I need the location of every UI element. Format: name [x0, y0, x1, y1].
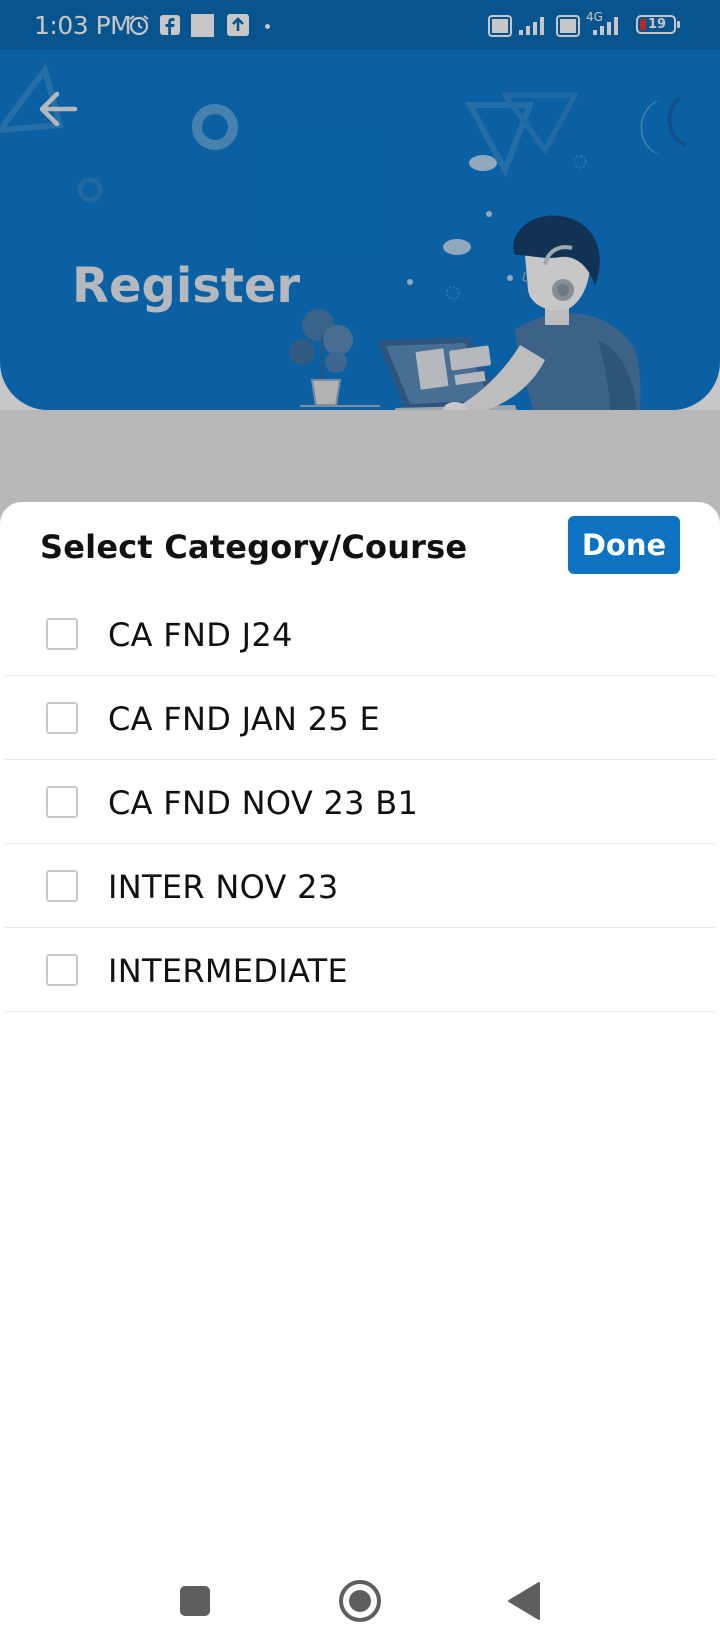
list-item[interactable]: CA FND J24 [5, 592, 715, 676]
checkbox[interactable] [46, 702, 78, 734]
checkbox[interactable] [46, 618, 78, 650]
checkbox[interactable] [46, 954, 78, 986]
item-label: CA FND JAN 25 E [108, 700, 381, 738]
recents-icon [180, 1586, 210, 1616]
home-icon [339, 1580, 381, 1622]
list-item[interactable]: INTER NOV 23 [5, 844, 715, 928]
sheet-title: Select Category/Course [40, 528, 468, 566]
list-item[interactable]: CA FND JAN 25 E [5, 676, 715, 760]
checkbox[interactable] [46, 786, 78, 818]
course-list: CA FND J24 CA FND JAN 25 E CA FND NOV 23… [5, 592, 715, 1012]
done-button[interactable]: Done [568, 516, 680, 574]
list-item[interactable]: CA FND NOV 23 B1 [5, 760, 715, 844]
recents-button[interactable] [178, 1584, 212, 1623]
navigation-bar [0, 1560, 720, 1650]
back-nav-button[interactable] [505, 1580, 545, 1627]
item-label: INTERMEDIATE [108, 952, 349, 990]
back-icon [508, 1582, 540, 1620]
item-label: INTER NOV 23 [108, 868, 339, 906]
category-selection-sheet: Select Category/Course Done CA FND J24 C… [0, 502, 720, 1650]
home-button[interactable] [337, 1578, 383, 1629]
item-label: CA FND NOV 23 B1 [108, 784, 419, 822]
item-label: CA FND J24 [108, 616, 293, 654]
checkbox[interactable] [46, 870, 78, 902]
list-item[interactable]: INTERMEDIATE [5, 928, 715, 1012]
